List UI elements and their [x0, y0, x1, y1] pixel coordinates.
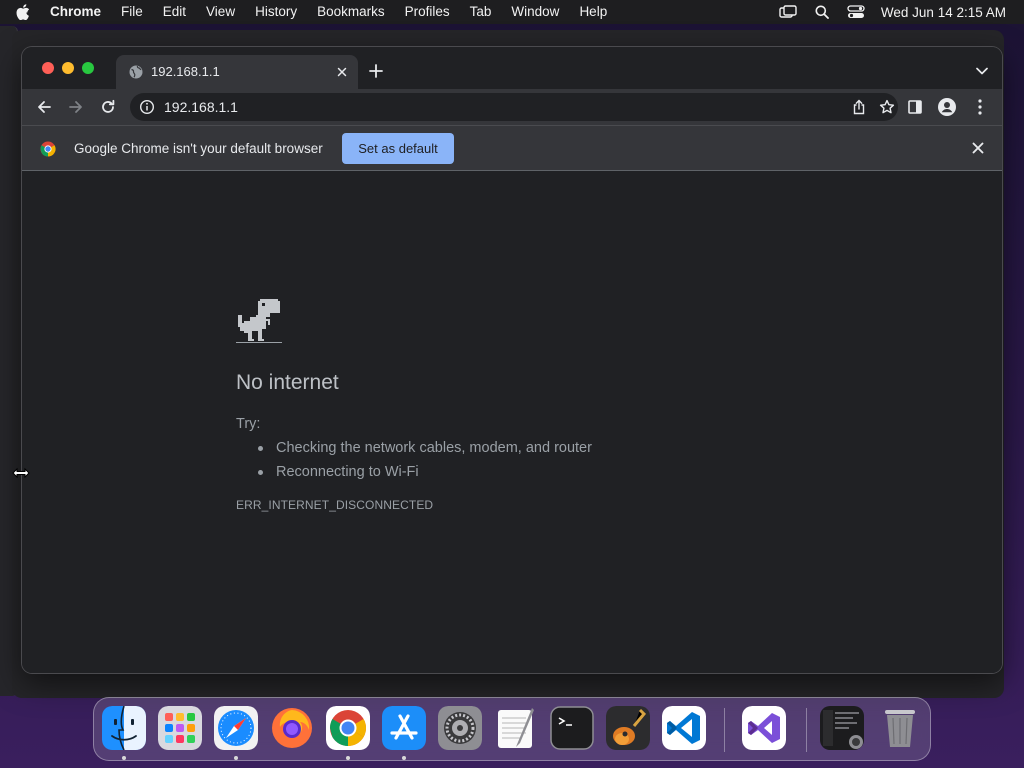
new-tab-icon[interactable] [366, 61, 386, 81]
menu-profiles[interactable]: Profiles [395, 0, 460, 24]
window-close-button[interactable] [42, 62, 54, 74]
menu-view[interactable]: View [196, 0, 245, 24]
running-indicator [234, 756, 238, 760]
apple-menu-icon[interactable] [0, 4, 46, 20]
toolbar: 192.168.1.1 [22, 89, 1002, 125]
menu-tab[interactable]: Tab [460, 0, 502, 24]
menu-file[interactable]: File [111, 0, 153, 24]
garageband-icon[interactable] [606, 706, 650, 750]
url-text[interactable]: 192.168.1.1 [164, 99, 238, 115]
profile-avatar-icon[interactable] [935, 95, 959, 119]
close-tab-icon[interactable] [334, 64, 350, 80]
reload-icon[interactable] [96, 95, 120, 119]
share-icon[interactable] [850, 98, 868, 116]
chrome-icon[interactable] [326, 706, 370, 750]
tab-title: 192.168.1.1 [151, 64, 220, 79]
try-label: Try: [236, 416, 261, 432]
default-browser-infobar: Google Chrome isn't your default browser… [22, 125, 1002, 171]
window-minimize-button[interactable] [62, 62, 74, 74]
running-indicator [346, 756, 350, 760]
dock [93, 697, 931, 761]
visual-studio-icon[interactable] [742, 706, 786, 750]
finder-icon[interactable] [102, 706, 146, 750]
firefox-icon[interactable] [270, 706, 314, 750]
safari-icon[interactable] [214, 706, 258, 750]
bookmark-star-icon[interactable] [878, 98, 896, 116]
resize-cursor-icon [12, 466, 30, 480]
site-info-icon[interactable] [139, 99, 155, 115]
menu-bar: Chrome File Edit View History Bookmarks … [0, 0, 1024, 24]
running-indicator [122, 756, 126, 760]
menu-bookmarks[interactable]: Bookmarks [307, 0, 395, 24]
address-bar[interactable]: 192.168.1.1 [130, 93, 898, 121]
error-title: No internet [236, 371, 339, 394]
window-zoom-button[interactable] [82, 62, 94, 74]
tab-search-chevron-icon[interactable] [974, 63, 990, 79]
menu-help[interactable]: Help [569, 0, 617, 24]
control-center-icon[interactable] [839, 0, 873, 24]
textedit-icon[interactable] [494, 706, 538, 750]
app-store-icon[interactable] [382, 706, 426, 750]
side-panel-icon[interactable] [903, 95, 927, 119]
spotlight-search-icon[interactable] [805, 0, 839, 24]
infobar-close-icon[interactable] [970, 140, 986, 156]
globe-icon [128, 64, 144, 80]
menu-history[interactable]: History [245, 0, 307, 24]
vscode-icon[interactable] [662, 706, 706, 750]
recent-window-icon[interactable] [820, 706, 864, 750]
error-page: No internet Try: Checking the network ca… [22, 171, 1002, 673]
offline-dinosaur-icon[interactable] [236, 299, 282, 345]
more-menu-icon[interactable] [968, 95, 992, 119]
running-indicator [402, 756, 406, 760]
terminal-icon[interactable] [550, 706, 594, 750]
menu-edit[interactable]: Edit [153, 0, 196, 24]
set-as-default-button[interactable]: Set as default [342, 133, 454, 164]
back-arrow-icon[interactable] [32, 95, 56, 119]
screen-mirroring-icon[interactable] [771, 0, 805, 24]
chrome-logo-icon [40, 141, 56, 157]
chrome-window: 192.168.1.1 192.168.1.1 Google Chrome is… [22, 47, 1002, 673]
error-code: ERR_INTERNET_DISCONNECTED [236, 498, 434, 512]
suggestion-list: Checking the network cables, modem, and … [258, 436, 592, 484]
suggestion-item: Reconnecting to Wi-Fi [258, 460, 592, 484]
tab-active[interactable]: 192.168.1.1 [116, 55, 358, 89]
menu-bar-clock[interactable]: Wed Jun 14 2:15 AM [881, 5, 1006, 20]
infobar-message: Google Chrome isn't your default browser [74, 141, 323, 156]
tab-strip: 192.168.1.1 [22, 47, 1002, 89]
suggestion-item: Checking the network cables, modem, and … [258, 436, 592, 460]
launchpad-icon[interactable] [158, 706, 202, 750]
dock-separator [724, 708, 725, 752]
dock-separator [806, 708, 807, 752]
menu-window[interactable]: Window [501, 0, 569, 24]
trash-icon[interactable] [878, 706, 922, 750]
system-settings-icon[interactable] [438, 706, 482, 750]
forward-arrow-icon[interactable] [64, 95, 88, 119]
menu-app-name[interactable]: Chrome [46, 0, 111, 24]
